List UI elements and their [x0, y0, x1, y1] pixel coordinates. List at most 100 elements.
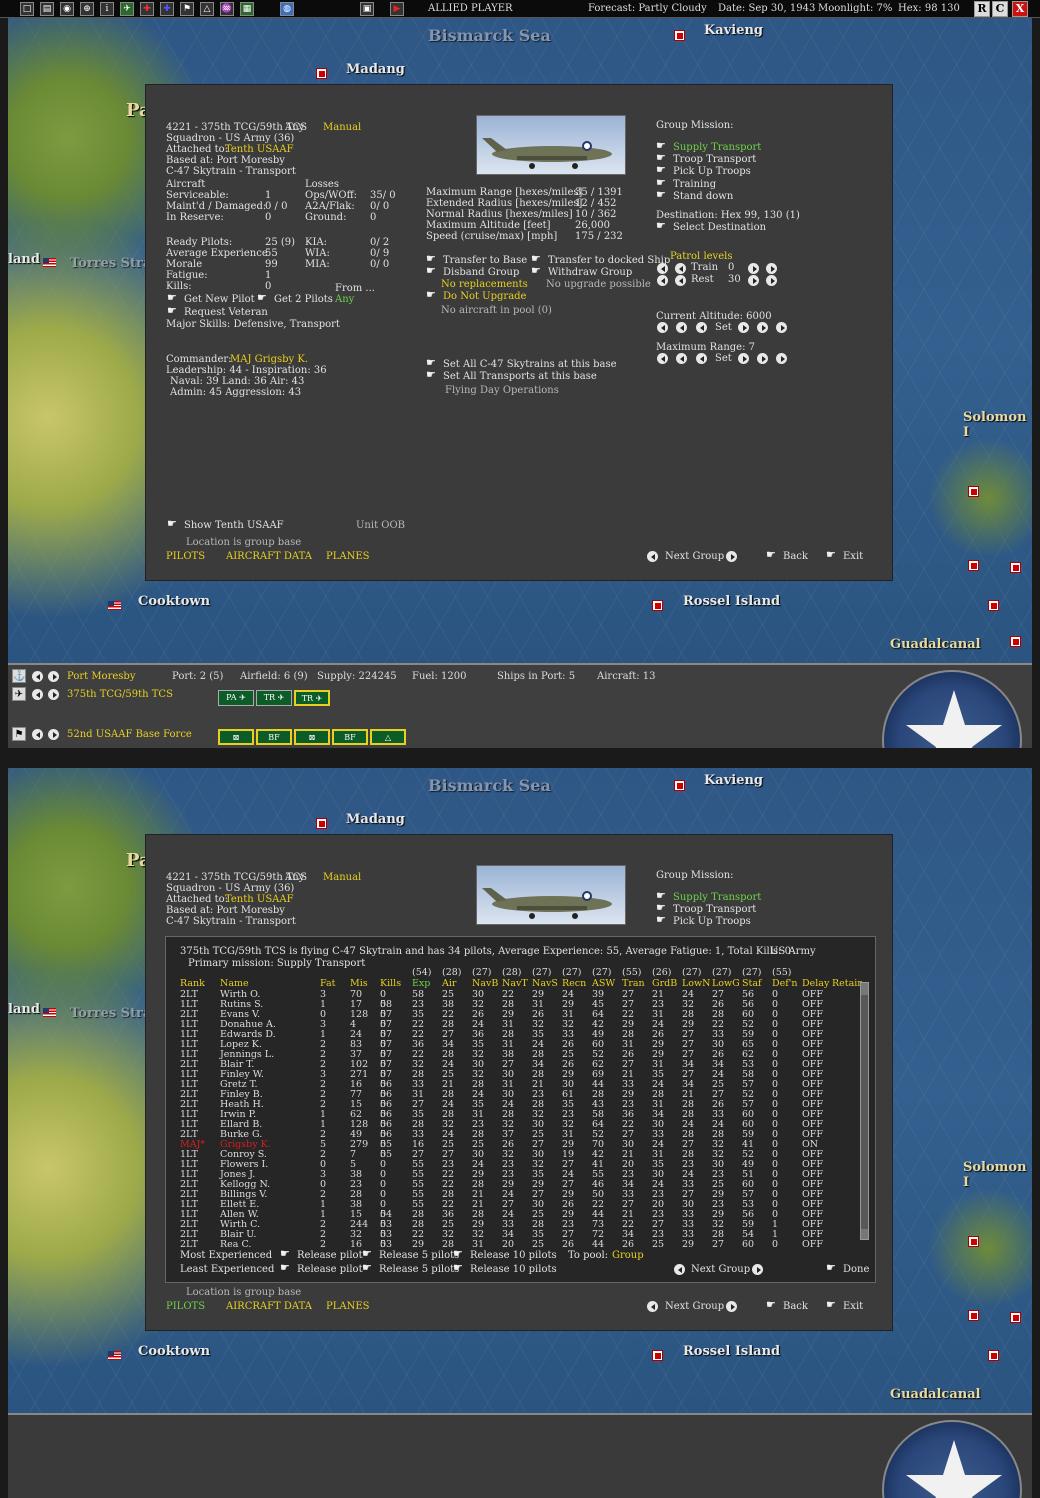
map-label-guadalcanal[interactable]: Guadalcanal [890, 1387, 981, 1402]
alt-inc-small-icon[interactable] [738, 322, 749, 333]
release-10-most[interactable]: Release 10 pilots [453, 1247, 557, 1261]
roster-header-cell[interactable]: Fat [320, 979, 335, 989]
roster-header-cell[interactable]: ASW [592, 979, 615, 989]
range-inc-icon[interactable] [757, 353, 768, 364]
request-veteran-button[interactable]: Request Veteran [167, 304, 268, 318]
roster-header-cell[interactable]: NavS [532, 979, 558, 989]
tab-pilots[interactable]: PILOTS [166, 1301, 205, 1312]
toolbar-icon-2[interactable]: ▤ [40, 2, 54, 16]
next-base-icon[interactable] [48, 671, 59, 682]
base-marker[interactable] [674, 30, 685, 41]
tab-aircraft-data[interactable]: AIRCRAFT DATA [226, 551, 312, 562]
mission-pickup-troops[interactable]: Pick Up Troops [656, 913, 751, 927]
roster-header-cell[interactable]: Name [220, 979, 249, 989]
unit-slot-2[interactable]: BF [256, 729, 292, 745]
transfer-ship-button[interactable]: Transfer to docked Ship [531, 252, 670, 266]
release-pilot-least[interactable]: Release pilot [280, 1261, 363, 1275]
manual-toggle[interactable]: Manual [323, 872, 361, 883]
do-not-upgrade-toggle[interactable]: Do Not Upgrade [426, 288, 526, 302]
roster-header-cell[interactable]: Def'n [772, 979, 798, 989]
scroll-thumb[interactable] [861, 995, 868, 1229]
unit-slot-3[interactable]: ⊠ [294, 729, 330, 745]
mission-supply-transport[interactable]: Supply Transport [656, 889, 761, 903]
train-dec-fast-icon[interactable] [657, 263, 668, 274]
tab-pilots[interactable]: PILOTS [166, 551, 205, 562]
base-marker[interactable] [316, 818, 327, 829]
alt-inc-icon[interactable] [757, 322, 768, 333]
next-group-label[interactable]: Next Group [665, 1301, 724, 1312]
flying-day-ops[interactable]: Flying Day Operations [445, 385, 559, 396]
base-marker[interactable] [652, 600, 663, 611]
anchor-icon[interactable]: ⚓ [12, 669, 26, 683]
mission-troop-transport[interactable]: Troop Transport [656, 901, 756, 915]
to-pool-value[interactable]: Group [612, 1250, 644, 1261]
map-label-kavieng[interactable]: Kavieng [704, 23, 763, 38]
base-marker[interactable] [652, 1350, 663, 1361]
roster-header-cell[interactable]: Recn [562, 979, 586, 989]
roster-header-cell[interactable]: GrdB [652, 979, 677, 989]
map-label-madang[interactable]: Madang [346, 812, 405, 827]
unit-slot-4[interactable]: BF [332, 729, 368, 745]
withdraw-button[interactable]: Withdraw Group [531, 264, 632, 278]
alt-set-button[interactable]: Set [715, 322, 732, 333]
range-set-button[interactable]: Set [715, 353, 732, 364]
toolbar-icon-11[interactable]: ♒ [220, 2, 234, 16]
attached-hq-link[interactable]: Tenth USAAF [225, 144, 294, 155]
rest-inc-fast-icon[interactable] [766, 275, 777, 286]
set-all-transports-button[interactable]: Set All Transports at this base [426, 368, 597, 382]
no-replacements-toggle[interactable]: No replacements [441, 279, 528, 290]
roster-header-cell[interactable]: Rank [180, 979, 205, 989]
alt-dec-icon[interactable] [676, 322, 687, 333]
range-dec-small-icon[interactable] [696, 353, 707, 364]
rest-dec-icon[interactable] [675, 275, 686, 286]
map-label-guadalcanal[interactable]: Guadalcanal [890, 637, 981, 652]
next-airgroup-icon[interactable] [48, 689, 59, 700]
base-marker[interactable] [1010, 636, 1021, 647]
disband-button[interactable]: Disband Group [426, 264, 519, 278]
range-dec-fast-icon[interactable] [657, 353, 668, 364]
base-marker[interactable] [988, 600, 999, 611]
info-icon[interactable]: i [100, 2, 114, 16]
roster-header-cell[interactable]: Staf [742, 979, 762, 989]
manual-toggle[interactable]: Manual [323, 122, 361, 133]
roster-header-cell[interactable]: Air [442, 979, 456, 989]
tab-planes[interactable]: PLANES [326, 551, 370, 562]
alt-dec-small-icon[interactable] [696, 322, 707, 333]
train-dec-icon[interactable] [675, 263, 686, 274]
toolbar-icon-6[interactable]: ✈ [120, 2, 134, 16]
r-button[interactable]: R [974, 1, 990, 17]
roster-header-cell[interactable]: Kills [380, 979, 401, 989]
back-button[interactable]: Back [766, 548, 808, 562]
train-inc-icon[interactable] [748, 263, 759, 274]
transfer-base-button[interactable]: Transfer to Base [426, 252, 527, 266]
toolbar-icon-4[interactable]: ⊕ [80, 2, 94, 16]
roster-header-cell[interactable]: LowN [682, 979, 710, 989]
roster-header-cell[interactable]: NavT [502, 979, 528, 989]
base-marker[interactable] [316, 68, 327, 79]
next-unit-icon[interactable] [48, 729, 59, 740]
mission-supply-transport[interactable]: Supply Transport [656, 139, 761, 153]
roster-header-cell[interactable]: NavB [472, 979, 498, 989]
tab-planes[interactable]: PLANES [326, 1301, 370, 1312]
unit-oob-button[interactable]: Unit OOB [356, 520, 405, 531]
show-hq-button[interactable]: Show Tenth USAAF [167, 517, 284, 531]
toolbar-icon-7[interactable]: ✚ [140, 2, 154, 16]
prev-group-icon[interactable] [647, 1301, 658, 1312]
roster-scrollbar[interactable] [860, 982, 869, 1240]
roster-header-cell[interactable]: LowG [712, 979, 740, 989]
base-marker[interactable] [968, 1310, 979, 1321]
base-name-link[interactable]: Port Moresby [67, 671, 135, 682]
exit-button[interactable]: Exit [826, 548, 863, 562]
air-slot-pa[interactable]: PA ✈ [218, 690, 254, 706]
air-group-icon[interactable]: ✈ [12, 687, 26, 701]
map-label-kavieng[interactable]: Kavieng [704, 773, 763, 788]
air-slot-tr[interactable]: TR ✈ [256, 690, 292, 706]
tab-aircraft-data[interactable]: AIRCRAFT DATA [226, 1301, 312, 1312]
map-label-rossel[interactable]: Rossel Island [683, 594, 780, 609]
get-2-pilots-button[interactable]: Get 2 Pilots [257, 291, 333, 305]
toolbar-icon-3[interactable]: ◉ [60, 2, 74, 16]
select-destination-button[interactable]: Select Destination [656, 219, 766, 233]
toolbar-icon-1[interactable]: □ [20, 2, 34, 16]
prev-airgroup-icon[interactable] [32, 689, 43, 700]
air-slot-tr-selected[interactable]: TR ✈ [294, 690, 330, 706]
